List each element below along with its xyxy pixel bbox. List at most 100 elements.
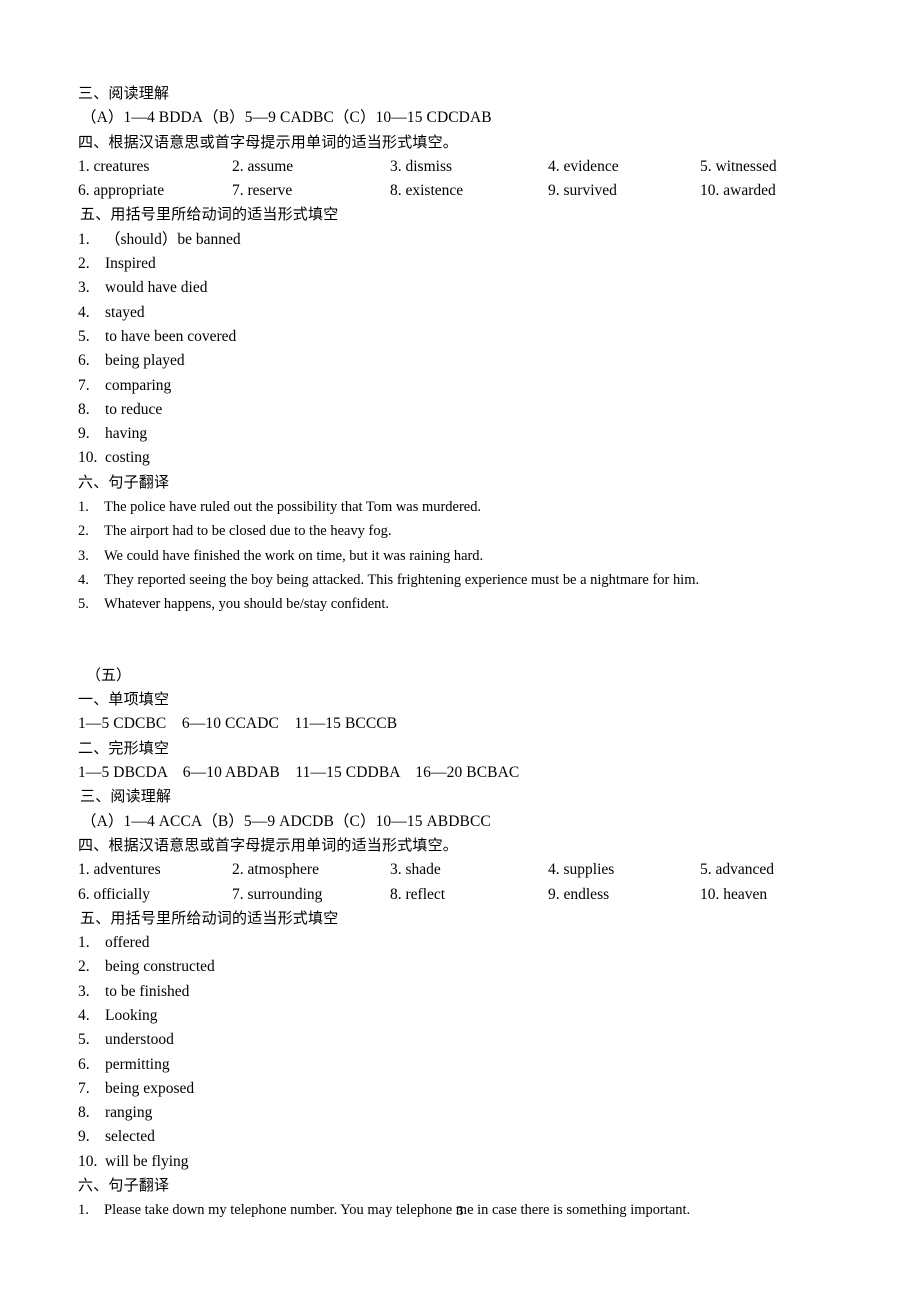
- translation-text: The airport had to be closed due to the …: [104, 523, 392, 540]
- vocab-cell: 9. survived: [548, 182, 617, 200]
- answer-item: 10. costing: [78, 446, 868, 470]
- answer-item: 8. to reduce: [78, 398, 868, 422]
- answer-text: （should）be banned: [105, 230, 241, 248]
- answer-number: 2.: [78, 958, 90, 976]
- answer-number: 4.: [78, 303, 90, 321]
- answer-number: 6.: [78, 352, 90, 370]
- answer-text: understood: [105, 1031, 174, 1049]
- answer-item: 2. being constructed: [78, 955, 868, 979]
- translation-text: We could have finished the work on time,…: [104, 547, 484, 564]
- translation-number: 5.: [78, 596, 89, 613]
- translation-number: 1.: [78, 499, 89, 516]
- vocab-cell: 10. awarded: [700, 182, 776, 200]
- heading-vocabulary-s5: 四、根据汉语意思或首字母提示用单词的适当形式填空。: [78, 837, 459, 854]
- vocab-cell: 6. officially: [78, 885, 151, 903]
- answer-text: would have died: [105, 279, 208, 297]
- document-page: 三、阅读理解 （A）1—4 BDDA（B）5—9 CADBC（C）10—15 C…: [0, 0, 920, 1302]
- page-number: 3: [456, 1203, 464, 1218]
- vocab-cell: 8. existence: [390, 182, 464, 200]
- vocab-cell: 3. dismiss: [390, 157, 453, 175]
- answer-item: 4. stayed: [78, 301, 868, 325]
- vocab-cell: 2. atmosphere: [232, 861, 319, 879]
- answer-text: ranging: [105, 1104, 153, 1122]
- vocab-cell: 10. heaven: [700, 885, 768, 903]
- vocab-cell: 9. endless: [548, 885, 610, 903]
- heading-translation-s5: 六、句子翻译: [78, 1178, 170, 1195]
- answer-number: 4.: [78, 1006, 90, 1024]
- vocab-cell: 7. reserve: [232, 182, 293, 200]
- answer-text: offered: [105, 934, 150, 952]
- answer-number: 7.: [78, 376, 90, 394]
- heading-reading-comprehension-s4: 三、阅读理解: [78, 86, 170, 102]
- answer-item: 1. offered: [78, 931, 868, 955]
- answer-number: 5.: [78, 327, 90, 345]
- translation-item: 3. We could have finished the work on ti…: [78, 544, 840, 568]
- answer-item: 3. would have died: [78, 276, 868, 300]
- answers-reading-comprehension-s5: （A）1—4 ACCA（B）5—9 ADCDB（C）10—15 ABDBCC: [81, 812, 491, 830]
- answer-item: 10. will be flying: [78, 1150, 868, 1174]
- heading-vocabulary-s4: 四、根据汉语意思或首字母提示用单词的适当形式填空。: [78, 134, 459, 151]
- answer-item: 2. Inspired: [78, 252, 868, 276]
- vocab-row: 1. creatures 2. assume 3. dismiss 4. evi…: [78, 155, 868, 179]
- heading-verb-forms-s4: 五、用括号里所给动词的适当形式填空: [80, 207, 339, 224]
- translation-item: 1. The police have ruled out the possibi…: [78, 495, 840, 519]
- answer-text: having: [105, 425, 148, 443]
- answers-cloze-s5: 1—5 DBCDA 6—10 ABDAB 11—15 CDDBA 16—20 B…: [78, 764, 520, 782]
- answer-text: stayed: [105, 303, 145, 321]
- answer-item: 9. having: [78, 422, 868, 446]
- answer-item: 6. being played: [78, 349, 868, 373]
- vocab-cell: 8. reflect: [390, 885, 446, 903]
- answer-number: 1.: [78, 230, 90, 248]
- vocab-row: 1. adventures 2. atmosphere 3. shade 4. …: [78, 858, 868, 882]
- answer-number: 7.: [78, 1079, 90, 1097]
- answer-text: comparing: [105, 376, 172, 394]
- vocab-cell: 3. shade: [390, 861, 441, 879]
- answer-number: 5.: [78, 1031, 90, 1049]
- section-label-five: （五）: [86, 667, 132, 684]
- answer-text: being played: [105, 352, 185, 370]
- translation-item: 5. Whatever happens, you should be/stay …: [78, 592, 840, 616]
- vocab-cell: 4. evidence: [548, 157, 619, 175]
- answer-text: to reduce: [105, 400, 163, 418]
- vocab-cell: 6. appropriate: [78, 182, 165, 200]
- vocab-cell: 1. adventures: [78, 861, 161, 879]
- heading-reading-comprehension-s5: 三、阅读理解: [80, 789, 172, 806]
- heading-single-choice-s5: 一、单项填空: [78, 692, 170, 709]
- heading-translation-s4: 六、句子翻译: [78, 474, 170, 491]
- answer-number: 8.: [78, 1104, 90, 1122]
- answer-number: 6.: [78, 1055, 90, 1073]
- vocab-cell: 4. supplies: [548, 861, 615, 879]
- heading-cloze-s5: 二、完形填空: [78, 740, 170, 757]
- answer-item: 7. comparing: [78, 374, 868, 398]
- translation-number: 4.: [78, 571, 89, 588]
- vocab-row: 6. appropriate 7. reserve 8. existence 9…: [78, 179, 868, 203]
- answer-text: will be flying: [105, 1152, 189, 1170]
- answer-item: 4. Looking: [78, 1004, 868, 1028]
- translation-item: 2. The airport had to be closed due to t…: [78, 519, 840, 543]
- answer-number: 9.: [78, 1128, 90, 1146]
- answer-number: 3.: [78, 982, 90, 1000]
- answer-number: 10.: [78, 1152, 98, 1170]
- answer-text: permitting: [105, 1055, 170, 1073]
- answer-item: 3. to be finished: [78, 980, 868, 1004]
- answer-item: 7. being exposed: [78, 1077, 868, 1101]
- answer-text: costing: [105, 449, 150, 467]
- vocab-row: 6. officially 7. surrounding 8. reflect …: [78, 883, 868, 907]
- answer-number: 1.: [78, 934, 90, 952]
- translation-text: Whatever happens, you should be/stay con…: [104, 596, 390, 613]
- vocab-cell: 7. surrounding: [232, 885, 323, 903]
- answer-text: selected: [105, 1128, 155, 1146]
- answer-text: being constructed: [105, 958, 215, 976]
- answer-number: 3.: [78, 279, 90, 297]
- answer-item: 1. （should）be banned: [78, 228, 868, 252]
- answer-item: 5. understood: [78, 1028, 868, 1052]
- answers-reading-comprehension-s4: （A）1—4 BDDA（B）5—9 CADBC（C）10—15 CDCDAB: [81, 109, 492, 127]
- vocab-cell: 1. creatures: [78, 157, 150, 175]
- page-content: 三、阅读理解 （A）1—4 BDDA（B）5—9 CADBC（C）10—15 C…: [78, 82, 868, 1223]
- answer-number: 9.: [78, 425, 90, 443]
- answer-item: 9. selected: [78, 1125, 868, 1149]
- answer-text: Looking: [105, 1006, 158, 1024]
- answer-text: Inspired: [105, 255, 156, 273]
